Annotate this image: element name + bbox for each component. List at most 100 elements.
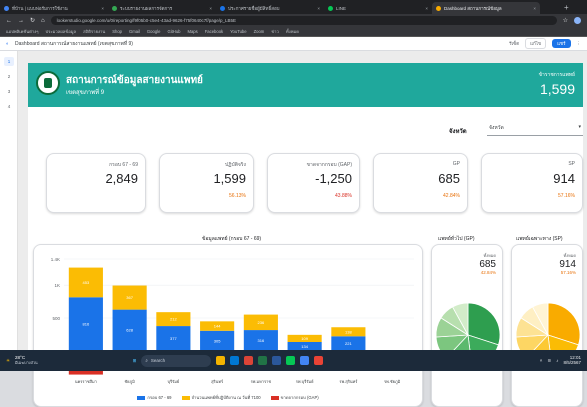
close-icon[interactable]: × bbox=[317, 6, 320, 11]
province-filter-dropdown[interactable]: จังหวัด ▾ bbox=[487, 120, 583, 136]
bar-chart-panel: 1.4K1K5000816453363นครราชสีมา628367276ชั… bbox=[33, 244, 423, 407]
bookmark-item[interactable]: Zoom bbox=[254, 29, 265, 34]
close-icon[interactable]: × bbox=[533, 6, 536, 11]
share-button[interactable]: แชร์ bbox=[552, 39, 571, 48]
line-icon[interactable] bbox=[286, 356, 296, 365]
close-icon[interactable]: × bbox=[101, 6, 104, 11]
scorecard-gap-value: -1,250 bbox=[315, 171, 352, 186]
browser-tab-bar: ที่บ้าน | แบบฟอร์มการใช้งาน × ระบบรายงานผล… bbox=[0, 0, 587, 14]
page-number-item[interactable]: 2 bbox=[4, 72, 14, 81]
sp-pie-pct: 57.16% bbox=[560, 270, 576, 275]
chrome-icon[interactable] bbox=[244, 356, 254, 365]
sp-pie-value: 914 bbox=[559, 259, 576, 270]
windows-taskbar: ☀ 28°C มีเมฆบางส่วน ⊞ ⌕ Search ˄ ≋ ♪ 12:0… bbox=[0, 350, 587, 371]
weather-widget[interactable]: 28°C มีเมฆบางส่วน bbox=[15, 355, 38, 365]
legend-item-frame[interactable]: กรอบ 67 - 69 bbox=[137, 394, 172, 401]
tab-label: ที่บ้าน | แบบฟอร์มการใช้งาน bbox=[12, 5, 68, 11]
sp-pie-caption: ทั้งหมด bbox=[563, 253, 576, 258]
header-banner: สถานการณ์ข้อมูลสายงานแพทย์ เขตสุขภาพที่ … bbox=[28, 63, 583, 107]
page-number-item[interactable]: 3 bbox=[4, 87, 14, 96]
bookmark-item[interactable]: Maps bbox=[187, 29, 197, 34]
store-icon[interactable] bbox=[300, 356, 310, 365]
browser-tab[interactable]: ระบบรายงานผลการจัดการ × bbox=[108, 2, 216, 14]
close-icon[interactable]: × bbox=[425, 6, 428, 11]
edit-button[interactable]: แก้ไข bbox=[525, 38, 547, 49]
taskbar-search[interactable]: ⌕ Search bbox=[141, 354, 212, 367]
gp-pie-chart[interactable] bbox=[432, 293, 503, 393]
app-icon[interactable] bbox=[314, 356, 324, 365]
legend-item-gap[interactable]: ขาดจากกรอบ (GAP) bbox=[270, 394, 319, 401]
more-options-icon[interactable]: ⋮ bbox=[577, 41, 582, 47]
chevron-up-icon[interactable]: ˄ bbox=[540, 358, 543, 363]
bookmark-item[interactable]: Facebook bbox=[205, 29, 223, 34]
windows-start-icon[interactable]: ⊞ bbox=[133, 358, 137, 364]
url-input[interactable]: lookerstudio.google.com/u/0/reporting/f9… bbox=[50, 16, 557, 25]
browser-tab[interactable]: Dashboard สถานการณ์ข้อมูล × bbox=[432, 2, 540, 14]
edge-icon[interactable] bbox=[230, 356, 240, 365]
tab-favicon-icon bbox=[436, 5, 441, 11]
browser-tab[interactable]: ประกาศรายชื่อผู้มีสิทธิ์สอบ × bbox=[216, 2, 324, 14]
bar-value-label: 367 bbox=[126, 295, 133, 300]
scorecard-gap-label: ขาดจากกรอบ (GAP) bbox=[306, 162, 352, 168]
bar-value-label: 212 bbox=[170, 317, 177, 322]
browser-tab[interactable]: LINE × bbox=[324, 2, 432, 14]
scorecard-actual-label: ปฏิบัติจริง bbox=[224, 162, 246, 168]
clock[interactable]: 12:01 8/5/2567 bbox=[563, 355, 581, 366]
x-tick-label: รพ.ชัยภูมิ bbox=[384, 379, 401, 385]
gp-pie-panel: ทั้งหมด 685 42.84% bbox=[431, 244, 503, 407]
reset-button[interactable]: รีเซ็ต bbox=[509, 40, 519, 47]
forward-icon[interactable]: → bbox=[18, 18, 24, 24]
gp-pie-value: 685 bbox=[479, 259, 496, 270]
bookmark-item[interactable]: ข่าว bbox=[271, 28, 279, 35]
file-explorer-icon[interactable] bbox=[216, 356, 226, 365]
address-bar: ← → ↻ ⌂ lookerstudio.google.com/u/0/repo… bbox=[0, 14, 587, 27]
scorecard-sp: SP 914 57.16% bbox=[481, 153, 583, 213]
profile-avatar[interactable] bbox=[574, 17, 581, 24]
weather-icon[interactable]: ☀ bbox=[6, 358, 10, 364]
bookmark-item[interactable]: GitHub bbox=[167, 29, 180, 34]
report-title: Dashboard สถานการณ์สายงานแพทย์ (เขตสุขภา… bbox=[15, 40, 133, 47]
bookmark-item[interactable]: สถิติรายงาน bbox=[83, 28, 105, 35]
scorecard-gp: GP 685 42.84% bbox=[373, 153, 468, 213]
volume-icon[interactable]: ♪ bbox=[556, 358, 558, 363]
bookmark-item[interactable]: ประมวลผลข้อมูล bbox=[46, 28, 77, 35]
bar-value-label: 628 bbox=[126, 328, 133, 333]
home-icon[interactable]: ⌂ bbox=[41, 18, 45, 24]
bookmark-item[interactable]: Shop bbox=[112, 29, 122, 34]
bookmark-item[interactable]: ทั้งหมด bbox=[286, 28, 299, 35]
new-tab-button[interactable]: + bbox=[560, 3, 573, 12]
excel-icon[interactable] bbox=[258, 356, 268, 365]
scorecard-gp-label: GP bbox=[452, 161, 460, 167]
legend-item-actual[interactable]: จำนวนแพทย์ที่ปฏิบัติงาน ณ วันที่ 7100 bbox=[181, 394, 261, 401]
x-tick-label: รพ.มหาราช bbox=[251, 379, 272, 384]
search-icon: ⌕ bbox=[145, 358, 148, 363]
bar-value-label: 305 bbox=[214, 338, 221, 343]
x-tick-label: รพ.บุรีรัมย์ bbox=[296, 379, 314, 385]
banner-title: สถานการณ์ข้อมูลสายงานแพทย์ bbox=[66, 75, 203, 86]
tab-favicon-icon bbox=[112, 5, 117, 11]
tab-favicon-icon bbox=[4, 5, 9, 11]
province-filter-label: จังหวัด bbox=[449, 129, 467, 135]
page-number-item[interactable]: 4 bbox=[4, 102, 14, 111]
y-tick-label: 500 bbox=[52, 316, 60, 321]
report-page: สถานการณ์ข้อมูลสายงานแพทย์ เขตสุขภาพที่ … bbox=[28, 63, 583, 407]
tab-label: ประกาศรายชื่อผู้มีสิทธิ์สอบ bbox=[228, 5, 280, 11]
wifi-icon[interactable]: ≋ bbox=[547, 358, 551, 364]
sp-pie-chart[interactable] bbox=[512, 293, 583, 393]
bookmark-item[interactable]: Gmail bbox=[129, 29, 140, 34]
word-icon[interactable] bbox=[272, 356, 282, 365]
close-icon[interactable]: × bbox=[209, 6, 212, 11]
bookmark-item[interactable]: YouTube bbox=[230, 29, 246, 34]
bookmark-star-icon[interactable]: ☆ bbox=[563, 17, 568, 24]
x-tick-label: บุรีรัมย์ bbox=[167, 379, 179, 385]
bookmark-item[interactable]: Google bbox=[147, 29, 161, 34]
banner-subtitle: เขตสุขภาพที่ 9 bbox=[66, 90, 105, 96]
browser-tab[interactable]: ที่บ้าน | แบบฟอร์มการใช้งาน × bbox=[0, 2, 108, 14]
bookmark-item[interactable]: แอปพลิเคชันต่างๆ bbox=[6, 28, 39, 35]
page-number-item[interactable]: 1 bbox=[4, 57, 14, 66]
back-icon[interactable]: ← bbox=[6, 18, 12, 24]
x-tick-label: รพ.สุรินทร์ bbox=[339, 379, 358, 385]
bar-value-label: 109 bbox=[301, 336, 308, 341]
reload-icon[interactable]: ↻ bbox=[30, 17, 35, 24]
scorecard-gap-pct: 43.88% bbox=[335, 193, 352, 199]
